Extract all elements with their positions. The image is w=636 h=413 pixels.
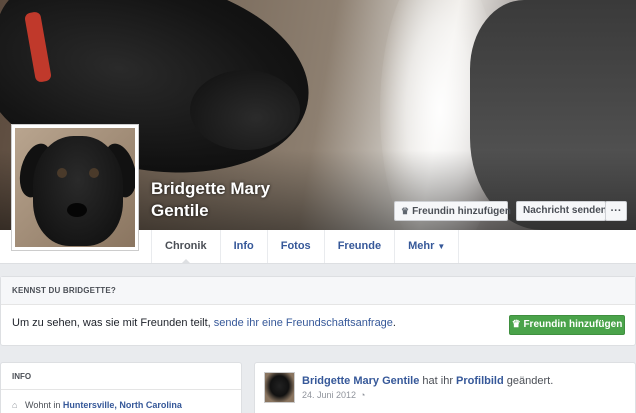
add-friend-green-label: Freundin hinzufügen <box>523 319 623 330</box>
info-box: INFO ⌂ Wohnt in Huntersville, North Carol… <box>0 362 242 413</box>
info-header: INFO <box>1 363 241 390</box>
know-person-text-start: Um zu sehen, was sie mit Freunden teilt, <box>12 317 214 329</box>
profile-name-line1: Bridgette Mary <box>151 179 271 198</box>
dog-eye-right <box>89 168 99 178</box>
profile-name[interactable]: Bridgette Mary Gentile <box>151 178 351 222</box>
tab-freunde-label: Freunde <box>337 240 382 252</box>
profile-tabs: Chronik Info Fotos Freunde Mehr ▼ <box>151 230 460 264</box>
tab-fotos[interactable]: Fotos <box>266 230 324 263</box>
home-icon: ⌂ <box>12 400 18 410</box>
dog-eye-left <box>57 168 67 178</box>
know-person-box: KENNST DU BRIDGETTE? Um zu sehen, was si… <box>0 276 636 346</box>
add-friend-button[interactable]: ♛ Freundin hinzufügen <box>394 201 511 221</box>
tab-fotos-label: Fotos <box>280 240 311 252</box>
post-action-text: hat ihr <box>419 375 457 387</box>
profile-picture[interactable] <box>11 124 139 251</box>
tab-info[interactable]: Info <box>219 230 267 263</box>
cover-dog-snout <box>190 70 300 150</box>
send-message-label: Nachricht senden <box>523 205 607 216</box>
dog-nose <box>67 203 87 217</box>
tab-chronik-label: Chronik <box>165 240 207 252</box>
tab-mehr[interactable]: Mehr ▼ <box>394 230 460 263</box>
globe-icon: ◔ <box>360 390 366 400</box>
timeline-post: Bridgette Mary Gentile hat ihr Profilbil… <box>254 362 636 413</box>
friend-request-link[interactable]: sende ihr eine Freundschaftsanfrage <box>214 317 393 329</box>
post-date-link[interactable]: 24. Juni 2012 <box>302 390 356 400</box>
send-message-button[interactable]: Nachricht senden <box>516 201 607 221</box>
add-friend-green-icon: ♛ <box>511 319 524 330</box>
post-headline: Bridgette Mary Gentile hat ihr Profilbil… <box>302 375 553 387</box>
chevron-down-icon: ▼ <box>437 242 446 251</box>
info-location-link[interactable]: Huntersville, North Carolina <box>63 400 182 410</box>
post-action-end: geändert. <box>503 375 554 387</box>
tab-chronik[interactable]: Chronik <box>151 230 220 264</box>
add-friend-icon: ♛ <box>401 206 410 216</box>
post-object-link[interactable]: Profilbild <box>456 375 504 387</box>
add-friend-label: Freundin hinzufügen <box>412 206 511 217</box>
know-person-text: Um zu sehen, was sie mit Freunden teilt,… <box>12 317 396 329</box>
add-friend-green-button[interactable]: ♛ Freundin hinzufügen <box>509 315 625 335</box>
profile-picture-image <box>15 128 135 247</box>
more-options-button[interactable]: ··· <box>605 201 627 221</box>
tab-mehr-label: Mehr <box>408 240 435 252</box>
know-person-header: KENNST DU BRIDGETTE? <box>1 277 635 305</box>
more-options-label: ··· <box>610 205 622 217</box>
tab-freunde[interactable]: Freunde <box>323 230 394 263</box>
info-lives-prefix: Wohnt in <box>25 400 63 410</box>
dog-head <box>33 136 123 246</box>
info-lives-in: ⌂ Wohnt in Huntersville, North Carolina <box>12 400 182 410</box>
know-person-text-end: . <box>392 317 396 329</box>
post-avatar[interactable] <box>264 372 295 403</box>
tab-info-label: Info <box>233 240 254 252</box>
post-date: 24. Juni 2012 ◔ <box>302 390 365 400</box>
profile-name-line2: Gentile <box>151 201 209 220</box>
post-author-link[interactable]: Bridgette Mary Gentile <box>302 375 419 387</box>
